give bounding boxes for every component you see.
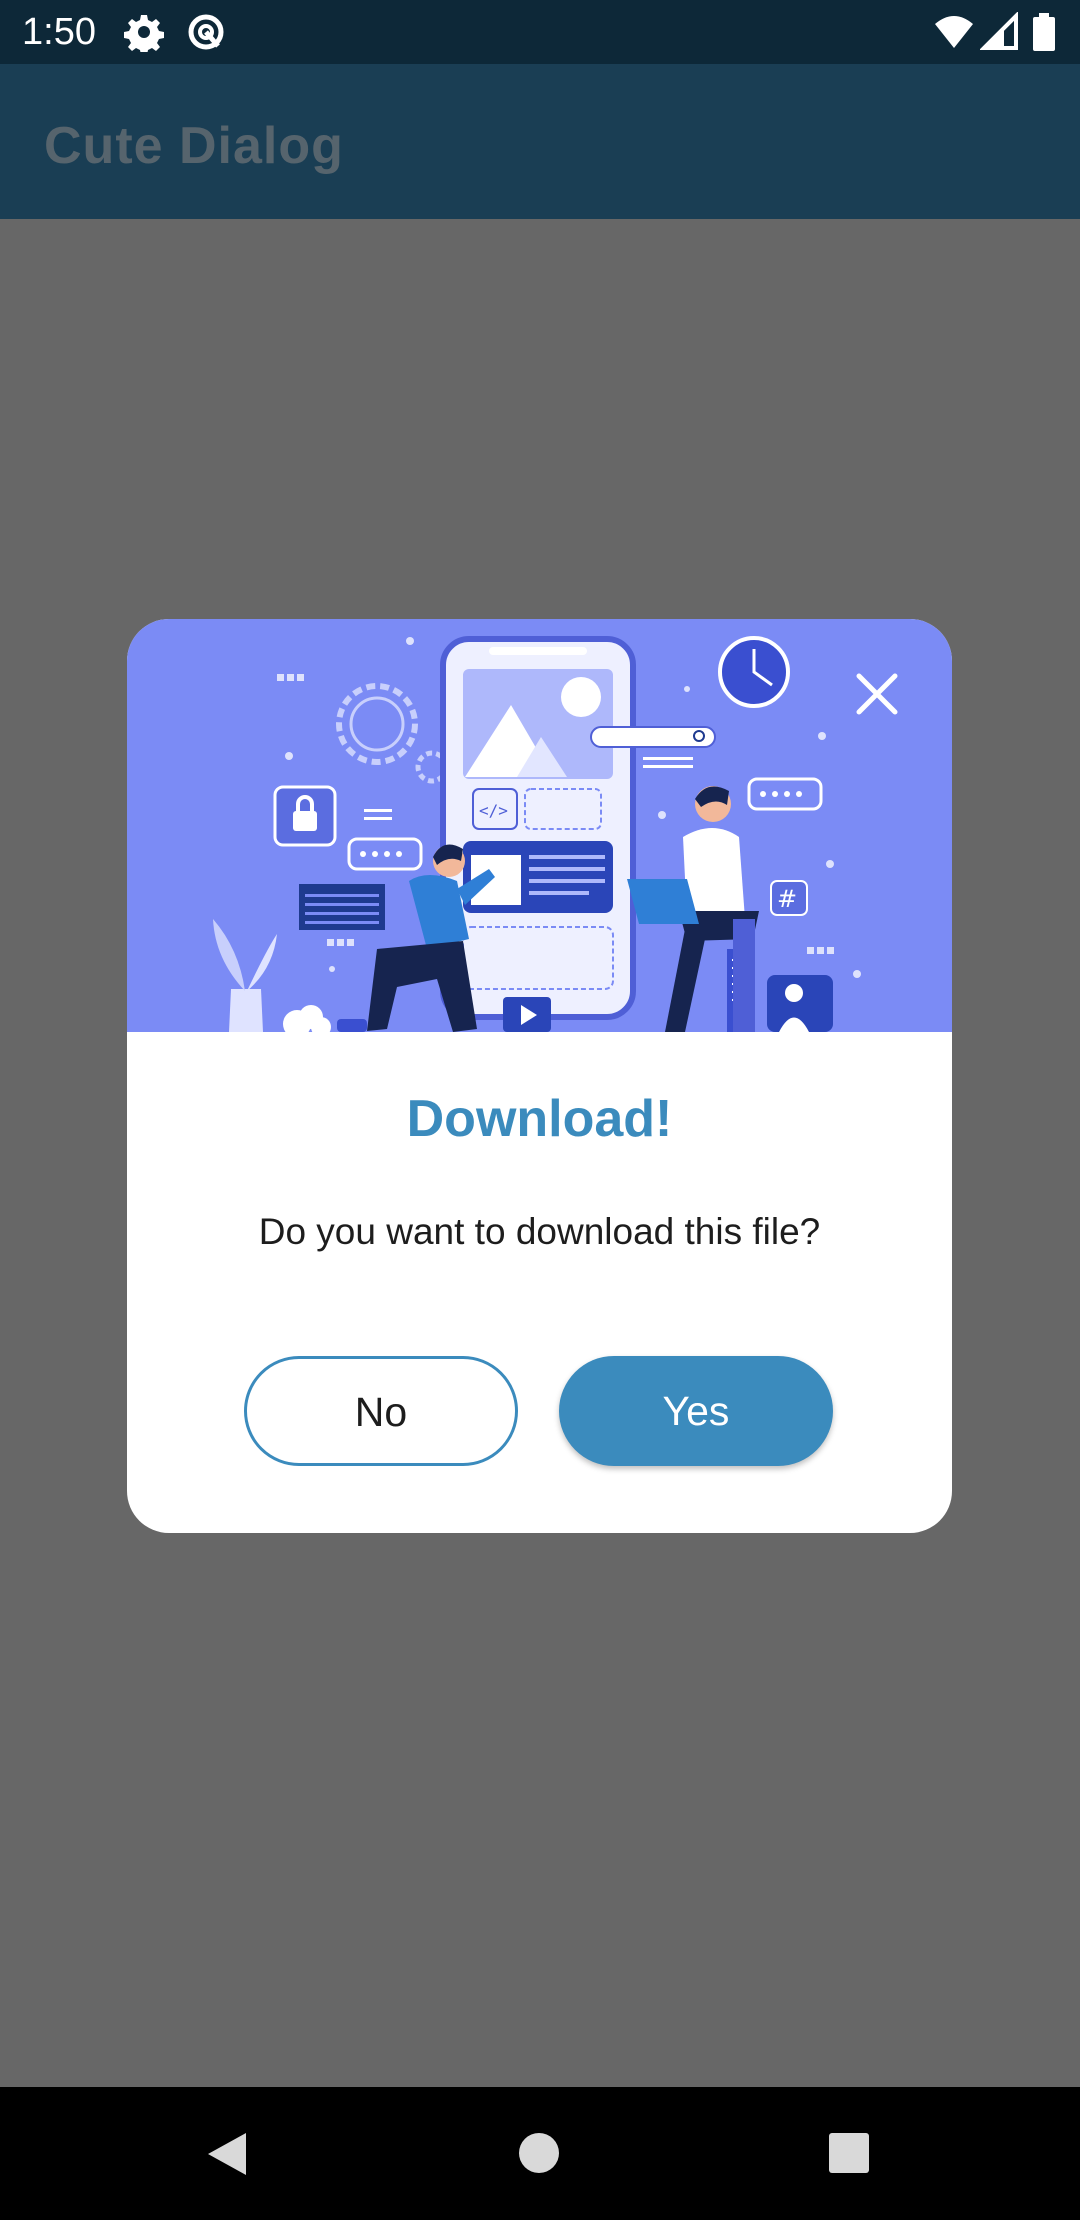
status-time: 1:50 (22, 11, 96, 53)
yes-button[interactable]: Yes (559, 1356, 833, 1466)
cell-signal-icon (980, 12, 1018, 50)
download-dialog: </> # Download! Do you want to download … (127, 619, 952, 1533)
dialog-title: Download! (406, 1090, 673, 1148)
no-button[interactable]: No (244, 1356, 518, 1466)
app-development-illustration: </> # (213, 636, 861, 1038)
svg-text:#: # (777, 885, 797, 913)
status-bar: 1:50 (0, 0, 1080, 64)
settings-gear-icon (124, 15, 164, 52)
dialog-banner: </> # (127, 619, 952, 1038)
close-icon[interactable] (849, 666, 905, 722)
data-saver-icon (188, 14, 224, 50)
navigation-bar (0, 2087, 1080, 2220)
recents-icon[interactable] (828, 2132, 870, 2174)
app-title: Cute Dialog (44, 117, 344, 175)
home-icon[interactable] (518, 2132, 560, 2174)
battery-icon (1033, 13, 1055, 51)
svg-text:</>: </> (479, 801, 508, 820)
wifi-icon (935, 16, 973, 48)
dialog-message: Do you want to download this file? (258, 1211, 821, 1252)
back-icon[interactable] (204, 2131, 250, 2177)
app-bar: Cute Dialog (0, 64, 1080, 219)
